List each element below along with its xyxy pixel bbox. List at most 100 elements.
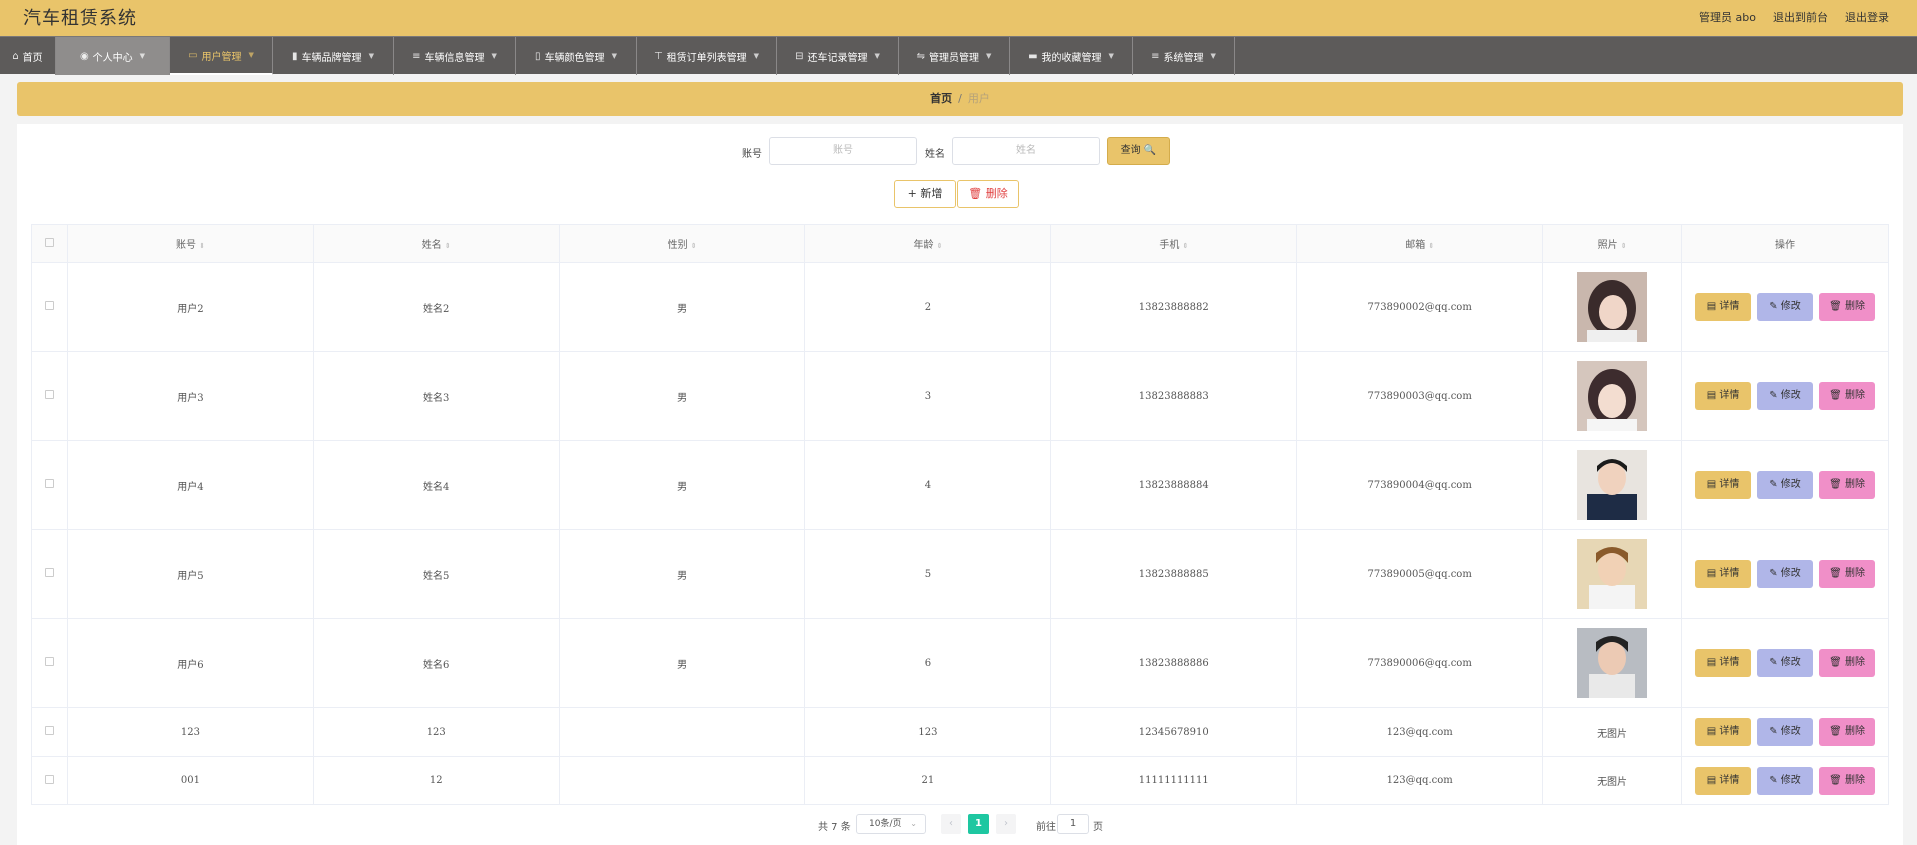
col-phone[interactable]: 手机 ⇕ <box>1050 224 1298 263</box>
detail-label: 详情 <box>1719 657 1740 668</box>
edit-button[interactable]: ✎ 修改 <box>1757 293 1814 321</box>
edit-button[interactable]: ✎ 修改 <box>1757 649 1814 677</box>
nav-admin-management[interactable]: ⇋ 管理员管理 ▼ <box>899 37 1010 75</box>
sort-icon[interactable]: ⇕ <box>1182 242 1188 250</box>
menu-icon: ≡ <box>1151 50 1160 62</box>
nav-user-management[interactable]: ▭ 用户管理 ▼ <box>170 37 273 75</box>
account-cell: 用户6 <box>66 618 314 708</box>
name-cell: 姓名4 <box>312 440 560 530</box>
detail-button[interactable]: ▤ 详情 <box>1695 766 1752 795</box>
page-size-select[interactable]: 10条/页 ⌄ <box>856 814 926 834</box>
col-phone-label: 手机 <box>1159 240 1180 251</box>
chevron-down-icon: ▼ <box>491 52 497 60</box>
row-checkbox-cell <box>31 351 68 441</box>
nav-brand-management[interactable]: ▮ 车辆品牌管理 ▼ <box>273 37 394 75</box>
edit-button[interactable]: ✎ 修改 <box>1757 766 1814 795</box>
search-button[interactable]: 查询 🔍 <box>1107 137 1170 165</box>
detail-label: 详情 <box>1719 726 1740 737</box>
edit-label: 修改 <box>1780 301 1801 312</box>
table-row: 123 123 123 12345678910 123@qq.com 无图片 ▤… <box>31 707 1889 757</box>
nav-system[interactable]: ≡ 系统管理 ▼ <box>1133 37 1235 75</box>
delete-button[interactable]: 🗑 删除 <box>1819 293 1876 321</box>
app-title: 汽车租赁系统 <box>23 8 137 29</box>
prev-page-button[interactable]: ‹ <box>941 814 961 834</box>
edit-button[interactable]: ✎ 修改 <box>1757 718 1814 746</box>
nav-color-management[interactable]: ▯ 车辆颜色管理 ▼ <box>516 37 637 75</box>
sort-icon[interactable]: ⇕ <box>445 242 451 250</box>
email-cell: 773890004@qq.com <box>1296 440 1544 530</box>
edit-button[interactable]: ✎ 修改 <box>1757 560 1814 588</box>
sort-icon[interactable]: ⇕ <box>691 242 697 250</box>
row-checkbox[interactable] <box>44 301 54 310</box>
row-checkbox[interactable] <box>44 774 54 784</box>
goto-page-input[interactable]: 1 <box>1057 814 1089 834</box>
row-checkbox[interactable] <box>44 726 54 735</box>
nav-home[interactable]: ⌂ 首页 <box>0 37 56 75</box>
edit-label: 修改 <box>1780 568 1801 579</box>
edit-button[interactable]: ✎ 修改 <box>1757 471 1814 499</box>
name-cell: 姓名3 <box>312 351 560 441</box>
add-button[interactable]: + 新增 <box>894 180 956 208</box>
nav-favorites[interactable]: ▬ 我的收藏管理 ▼ <box>1010 37 1133 75</box>
nav-vehicle-info[interactable]: ≡ 车辆信息管理 ▼ <box>394 37 516 75</box>
edit-button[interactable]: ✎ 修改 <box>1757 382 1814 410</box>
user-photo[interactable] <box>1577 450 1648 520</box>
age-cell: 123 <box>804 707 1052 757</box>
detail-button[interactable]: ▤ 详情 <box>1695 471 1752 499</box>
user-photo[interactable] <box>1577 539 1648 609</box>
user-photo[interactable] <box>1577 628 1648 698</box>
detail-button[interactable]: ▤ 详情 <box>1695 382 1752 410</box>
breadcrumb: 首页 / 用户 <box>17 82 1903 116</box>
delete-button[interactable]: 🗑 删除 <box>1819 382 1876 410</box>
email-cell: 773890002@qq.com <box>1296 262 1544 352</box>
sort-icon[interactable]: ⇕ <box>936 242 942 250</box>
delete-button[interactable]: 🗑 删除 <box>1819 471 1876 499</box>
actions-cell: ▤ 详情 ✎ 修改 🗑 删除 <box>1681 756 1889 805</box>
detail-button[interactable]: ▤ 详情 <box>1695 560 1752 588</box>
row-checkbox[interactable] <box>44 657 54 666</box>
col-email[interactable]: 邮箱 ⇕ <box>1296 224 1544 263</box>
detail-button[interactable]: ▤ 详情 <box>1695 718 1752 746</box>
gender-cell: 男 <box>558 262 806 352</box>
col-account[interactable]: 账号 ⇕ <box>66 224 314 263</box>
delete-button[interactable]: 🗑 删除 <box>1819 649 1876 677</box>
row-checkbox[interactable] <box>44 568 54 577</box>
name-search-input[interactable]: 姓名 <box>952 137 1100 165</box>
row-checkbox[interactable] <box>44 479 54 488</box>
sort-icon[interactable]: ⇕ <box>199 242 205 250</box>
delete-button[interactable]: 🗑 删除 <box>1819 766 1876 795</box>
col-name[interactable]: 姓名 ⇕ <box>312 224 560 263</box>
logout-link[interactable]: 退出登录 <box>1845 9 1889 25</box>
delete-button[interactable]: 🗑 删除 <box>1819 560 1876 588</box>
sort-icon[interactable]: ⇕ <box>1621 242 1627 250</box>
back-to-front-link[interactable]: 退出到前台 <box>1773 9 1828 25</box>
phone-cell: 13823888885 <box>1050 529 1298 619</box>
detail-button[interactable]: ▤ 详情 <box>1695 293 1752 321</box>
account-label: 账号 <box>742 149 762 160</box>
delete-button[interactable]: 🗑 删除 <box>1819 718 1876 746</box>
phone-cell: 12345678910 <box>1050 707 1298 757</box>
table-row: 用户2 姓名2 男 2 13823888882 773890002@qq.com… <box>31 262 1889 352</box>
col-age[interactable]: 年龄 ⇕ <box>804 224 1052 263</box>
next-page-button[interactable]: › <box>996 814 1016 834</box>
page-number-current[interactable]: 1 <box>968 814 989 834</box>
nav-return-records[interactable]: ⊟ 还车记录管理 ▼ <box>777 37 899 75</box>
nav-brand-label: 车辆品牌管理 <box>301 52 362 64</box>
user-photo[interactable] <box>1577 361 1648 431</box>
user-photo[interactable] <box>1577 272 1648 342</box>
nav-personal-center[interactable]: ◉ 个人中心 ▼ <box>56 37 170 75</box>
account-search-input[interactable]: 账号 <box>769 137 917 165</box>
sort-icon[interactable]: ⇕ <box>1428 242 1434 250</box>
col-photo[interactable]: 照片 ⇕ <box>1542 224 1683 263</box>
breadcrumb-home[interactable]: 首页 <box>930 92 952 105</box>
select-all-checkbox[interactable] <box>44 237 54 247</box>
account-cell: 001 <box>66 756 314 805</box>
row-checkbox[interactable] <box>44 390 54 399</box>
user-icon: ◉ <box>79 50 89 62</box>
detail-button[interactable]: ▤ 详情 <box>1695 649 1752 677</box>
nav-rental-orders[interactable]: ⊤ 租赁订单列表管理 ▼ <box>637 37 777 75</box>
col-gender[interactable]: 性别 ⇕ <box>558 224 806 263</box>
batch-delete-button[interactable]: 🗑 删除 <box>957 180 1019 208</box>
monitor-icon: ▭ <box>188 49 198 61</box>
actions-cell: ▤ 详情 ✎ 修改 🗑 删除 <box>1681 618 1889 708</box>
